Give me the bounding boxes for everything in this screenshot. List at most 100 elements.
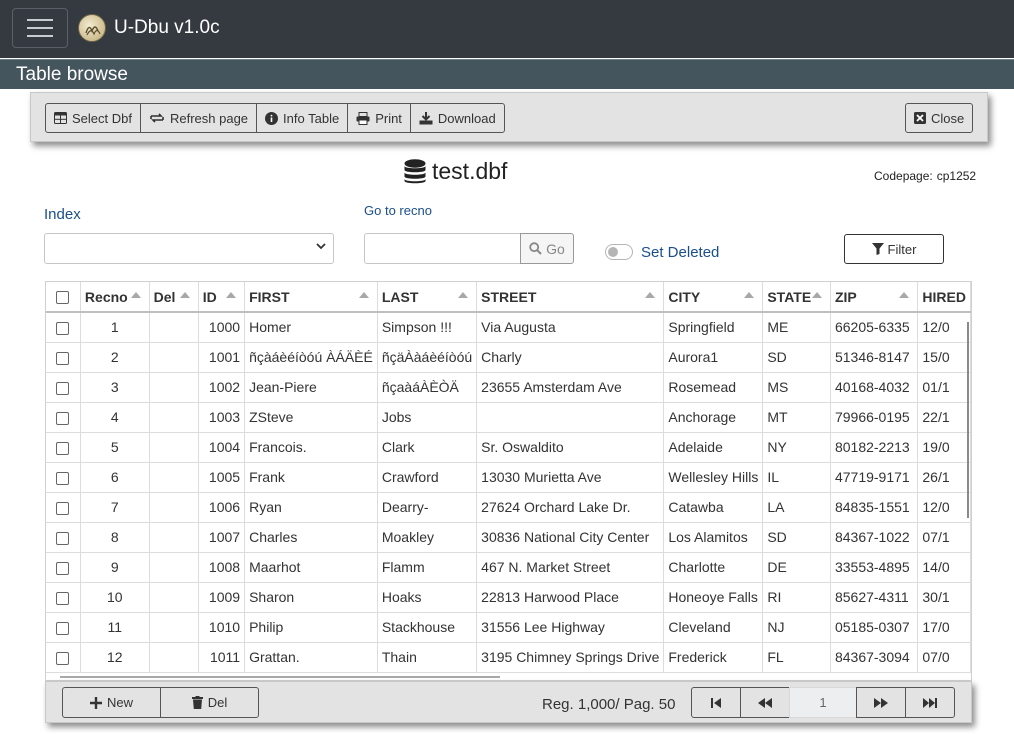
sort-icon — [130, 292, 141, 298]
table-cell-state: LA — [762, 492, 831, 523]
table-body: 1 1000 Homer Simpson !!! Via Augusta Springfi… — [46, 312, 971, 673]
table-cell-hired: 14/0 — [917, 552, 971, 583]
vertical-scrollbar[interactable] — [967, 322, 969, 518]
row-checkbox[interactable] — [56, 621, 70, 635]
table-row[interactable]: 12 1011 Grattan. Thain 3195 Chimney Springs … — [46, 642, 971, 673]
table-row[interactable]: 4 1003 ZSteve Jobs Anchorage MT 79966-0195 22/1 — [46, 402, 971, 433]
table-cell-recno: 6 — [80, 462, 150, 493]
table-cell-zip: 05185-0307 — [830, 612, 919, 643]
last-page-button[interactable] — [905, 687, 955, 718]
table-cell-zip: 79966-0195 — [830, 402, 919, 433]
row-select-cell — [46, 342, 81, 373]
page-number-input[interactable]: 1 — [789, 687, 857, 718]
go-button[interactable]: Go — [520, 233, 574, 264]
table-cell-city: Aurora1 — [663, 342, 764, 373]
column-header-state[interactable]: STATE — [762, 282, 831, 313]
column-header-street[interactable]: STREET — [476, 282, 665, 313]
table-cell-hired: 17/0 — [917, 612, 971, 643]
table-cell-del — [149, 642, 199, 673]
refresh-page-button[interactable]: Refresh page — [139, 103, 258, 133]
column-header-label: STATE — [767, 288, 812, 305]
row-checkbox[interactable] — [56, 322, 70, 336]
row-checkbox[interactable] — [56, 591, 70, 605]
info-table-button[interactable]: Info Table — [256, 103, 349, 133]
table-cell-hired: 26/1 — [917, 462, 971, 493]
column-header-label: Del — [153, 288, 176, 305]
hamburger-menu-button[interactable] — [12, 8, 68, 48]
table-row[interactable]: 6 1005 Frank Crawford 13030 Murietta Ave Well… — [46, 462, 971, 493]
row-select-cell — [46, 522, 81, 553]
column-header-city[interactable]: CITY — [663, 282, 764, 313]
row-checkbox[interactable] — [56, 651, 70, 665]
table-row[interactable]: 10 1009 Sharon Hoaks 22813 Harwood Place Hone… — [46, 582, 971, 613]
set-deleted-toggle[interactable] — [605, 244, 633, 260]
table-cell-zip: 47719-9171 — [830, 462, 919, 493]
next-page-button[interactable] — [856, 687, 906, 718]
print-button[interactable]: Print — [347, 103, 411, 133]
sort-icon — [179, 292, 190, 298]
refresh-icon — [150, 113, 164, 123]
download-button[interactable]: Download — [409, 103, 505, 133]
table-cell-last: Dearry- — [377, 492, 478, 523]
close-button[interactable]: Close — [905, 103, 974, 133]
row-checkbox[interactable] — [56, 501, 70, 515]
row-checkbox[interactable] — [56, 471, 70, 485]
table-cell-del — [149, 372, 199, 403]
column-header-zip[interactable]: ZIP — [830, 282, 919, 313]
select-dbf-button[interactable]: Select Dbf — [45, 103, 141, 133]
row-checkbox[interactable] — [56, 351, 70, 365]
file-name: test.dbf — [432, 158, 508, 184]
row-checkbox[interactable] — [56, 561, 70, 575]
table-row[interactable]: 9 1008 Maarhot Flamm 467 N. Market Street Cha… — [46, 552, 971, 583]
table-row[interactable]: 11 1010 Philip Stackhouse 31556 Lee Highway C… — [46, 612, 971, 643]
table-row[interactable]: 8 1007 Charles Moakley 30836 National City C… — [46, 522, 971, 553]
goto-recno-input[interactable] — [364, 233, 521, 264]
sort-icon — [645, 292, 656, 298]
row-checkbox[interactable] — [56, 381, 70, 395]
database-icon — [404, 158, 426, 183]
table-cell-city: Los Alamitos — [663, 522, 764, 553]
table-cell-id: 1002 — [198, 372, 246, 403]
table-cell-zip: 80182-2213 — [830, 432, 919, 463]
column-header-del[interactable]: Del — [149, 282, 199, 313]
print-label: Print — [375, 110, 402, 126]
delete-record-button[interactable]: Del — [160, 687, 259, 718]
table-cell-zip: 51346-8147 — [830, 342, 919, 373]
table-cell-last: Crawford — [377, 462, 478, 493]
column-header-id[interactable]: ID — [198, 282, 246, 313]
first-page-button[interactable] — [691, 687, 741, 718]
row-checkbox[interactable] — [56, 411, 70, 425]
column-header-first[interactable]: FIRST — [244, 282, 378, 313]
column-header-last[interactable]: LAST — [377, 282, 478, 313]
table-row[interactable]: 5 1004 Francois. Clark Sr. Oswaldito Adelaide… — [46, 432, 971, 463]
table-cell-zip: 84367-1022 — [830, 522, 919, 553]
table-row[interactable]: 2 1001 ñçàáèéíòóú ÀÁÄÈÉ ñçäÀàáèéíòóú Charly A… — [46, 342, 971, 373]
table-row[interactable]: 3 1002 Jean-Piere ñçaàáÀÈÒÄ 23655 Amsterdam … — [46, 372, 971, 403]
table-row[interactable]: 1 1000 Homer Simpson !!! Via Augusta Springfi… — [46, 312, 971, 343]
table-row[interactable]: 7 1006 Ryan Dearry- 27624 Orchard Lake Dr. Ca… — [46, 492, 971, 523]
new-record-button[interactable]: New — [62, 687, 161, 718]
column-header-hired[interactable]: HIRED — [917, 282, 971, 313]
footer-button-group: New Del — [62, 687, 259, 718]
table-cell-city: Anchorage — [663, 402, 764, 433]
row-select-cell — [46, 552, 81, 583]
table-cell-first: Jean-Piere — [244, 372, 378, 403]
row-checkbox[interactable] — [56, 441, 70, 455]
row-select-cell — [46, 372, 81, 403]
codepage-label: Codepage: — [874, 169, 933, 183]
table-cell-id: 1000 — [198, 312, 246, 343]
select-all-checkbox[interactable] — [56, 291, 70, 305]
table-cell-street: 3195 Chimney Springs Drive — [476, 642, 665, 673]
table-cell-recno: 2 — [80, 342, 150, 373]
horizontal-scrollbar[interactable] — [60, 676, 500, 678]
row-checkbox[interactable] — [56, 531, 70, 545]
toggle-knob — [608, 247, 618, 257]
table-cell-del — [149, 432, 199, 463]
table-cell-state: ME — [762, 312, 831, 343]
column-header-recno[interactable]: Recno — [80, 282, 150, 313]
sort-icon — [744, 292, 755, 298]
table-cell-first: Grattan. — [244, 642, 378, 673]
index-select[interactable] — [44, 233, 334, 264]
prev-page-button[interactable] — [740, 687, 790, 718]
filter-button[interactable]: Filter — [844, 234, 944, 264]
